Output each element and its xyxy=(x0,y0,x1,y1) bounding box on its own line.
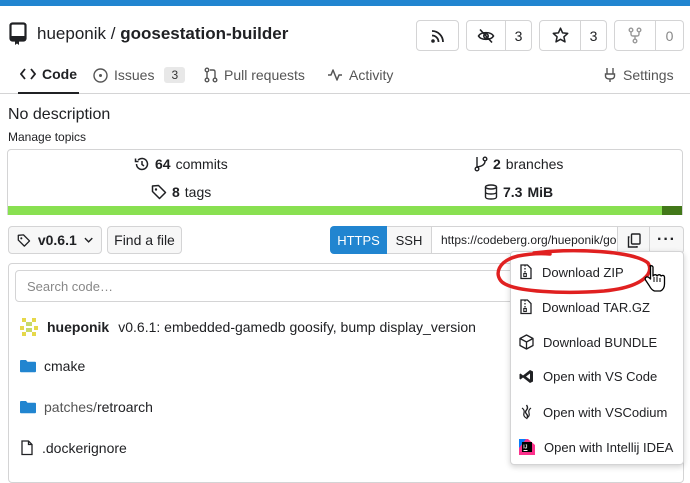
branch-selector[interactable]: v0.6.1 xyxy=(8,226,102,254)
tab-activity[interactable]: Activity xyxy=(327,56,393,94)
settings-icon xyxy=(604,68,616,82)
repo-name-link[interactable]: goosestation-builder xyxy=(120,24,288,43)
file-row[interactable]: patches/retroarch xyxy=(20,399,153,415)
history-icon xyxy=(134,157,149,171)
tab-code-label: Code xyxy=(42,66,77,82)
menu-item-download-bundle[interactable]: Download BUNDLE xyxy=(519,334,657,350)
tag-icon xyxy=(151,184,167,200)
issues-count-badge: 3 xyxy=(164,67,186,83)
tab-activity-label: Activity xyxy=(349,67,394,83)
commit-message[interactable]: v0.6.1: embedded-gamedb goosify, bump di… xyxy=(118,319,476,335)
menu-item-label: Open with VSCodium xyxy=(543,404,668,420)
tag-icon xyxy=(17,233,31,247)
menu-item-label: Download TAR.GZ xyxy=(542,299,650,315)
fork-icon xyxy=(628,27,642,44)
star-button[interactable] xyxy=(539,20,581,51)
watch-button[interactable] xyxy=(466,20,506,51)
commits-stat[interactable]: 64 commits xyxy=(134,156,228,172)
clone-url-input[interactable]: https://codeberg.org/hueponik/go xyxy=(432,226,618,254)
zip-file-icon xyxy=(520,299,532,315)
copy-icon xyxy=(627,232,641,248)
find-file-button[interactable]: Find a file xyxy=(107,226,182,254)
vscode-icon xyxy=(519,370,533,383)
pull-request-icon xyxy=(204,67,218,83)
intellij-icon: IJ xyxy=(519,439,535,455)
file-name[interactable]: .dockerignore xyxy=(42,440,127,456)
eye-slash-icon xyxy=(477,28,495,43)
chevron-down-icon xyxy=(84,237,93,243)
fork-count[interactable]: 0 xyxy=(656,20,684,51)
top-accent-bar xyxy=(0,0,690,6)
hand-cursor-icon xyxy=(644,264,666,292)
size-stat: 7.3 MiB xyxy=(484,184,553,200)
fork-button[interactable] xyxy=(614,20,656,51)
tags-count: 8 xyxy=(172,184,180,200)
tab-code[interactable]: Code xyxy=(18,56,79,94)
language-bar-secondary[interactable] xyxy=(662,206,682,215)
repo-title: hueponik / goosestation-builder xyxy=(37,24,288,44)
vscodium-icon xyxy=(521,404,532,420)
branch-icon xyxy=(474,156,488,172)
tab-issues-label: Issues xyxy=(114,67,155,83)
latest-commit: hueponik v0.6.1: embedded-gamedb goosify… xyxy=(20,318,476,336)
menu-item-download-targz[interactable]: Download TAR.GZ xyxy=(519,299,650,315)
issue-icon xyxy=(93,67,108,83)
commit-author[interactable]: hueponik xyxy=(47,319,109,335)
tags-stat[interactable]: 8 tags xyxy=(151,184,211,200)
star-count[interactable]: 3 xyxy=(581,20,607,51)
size-unit: MiB xyxy=(527,184,554,200)
https-toggle[interactable]: HTTPS xyxy=(330,226,387,254)
repo-owner-link[interactable]: hueponik xyxy=(37,24,106,43)
file-path-prefix[interactable]: patches/ xyxy=(44,399,97,415)
repo-separator: / xyxy=(110,24,116,43)
svg-text:IJ: IJ xyxy=(523,445,527,451)
menu-item-open-intellij[interactable]: IJ Open with Intellij IDEA xyxy=(519,439,673,455)
tags-label: tags xyxy=(184,184,212,200)
menu-item-open-vscodium[interactable]: Open with VSCodium xyxy=(519,404,667,420)
size-value: 7.3 xyxy=(503,184,523,200)
tab-pull-requests[interactable]: Pull requests xyxy=(204,56,305,94)
branches-stat[interactable]: 2 branches xyxy=(474,156,563,172)
package-icon xyxy=(519,334,534,350)
more-options-button[interactable]: ··· xyxy=(650,226,684,254)
file-name[interactable]: retroarch xyxy=(97,399,153,415)
menu-item-open-vscode[interactable]: Open with VS Code xyxy=(519,369,657,384)
code-icon xyxy=(20,68,36,80)
copy-url-button[interactable] xyxy=(618,226,650,254)
star-icon xyxy=(552,27,568,43)
menu-item-label: Download BUNDLE xyxy=(543,334,658,350)
menu-item-label: Open with Intellij IDEA xyxy=(544,439,674,455)
zip-file-icon xyxy=(520,264,532,280)
language-bar[interactable] xyxy=(8,206,682,215)
watch-count[interactable]: 3 xyxy=(506,20,532,51)
menu-item-label: Open with VS Code xyxy=(543,369,658,384)
file-row[interactable]: cmake xyxy=(20,358,85,374)
branch-name: v0.6.1 xyxy=(37,232,77,248)
rss-button[interactable] xyxy=(416,20,459,51)
repo-description: No description xyxy=(8,106,111,123)
database-icon xyxy=(484,184,498,200)
rss-icon xyxy=(430,29,444,43)
commits-label: commits xyxy=(175,156,228,172)
branches-count: 2 xyxy=(493,156,501,172)
folder-icon xyxy=(20,360,36,373)
file-name[interactable]: cmake xyxy=(44,358,85,374)
file-row[interactable]: .dockerignore xyxy=(20,440,127,456)
tab-pull-requests-label: Pull requests xyxy=(224,67,305,83)
repo-tabs: Code Issues 3 Pull requests Activity Set… xyxy=(0,56,690,94)
repo-icon xyxy=(9,22,27,45)
tab-issues[interactable]: Issues 3 xyxy=(93,56,186,94)
menu-item-label: Download ZIP xyxy=(542,264,624,280)
branches-label: branches xyxy=(505,156,564,172)
manage-topics-link[interactable]: Manage topics xyxy=(8,130,86,144)
file-icon xyxy=(21,440,33,456)
avatar[interactable] xyxy=(20,318,38,336)
activity-icon xyxy=(328,69,342,81)
tab-settings[interactable]: Settings xyxy=(603,56,674,94)
commits-count: 64 xyxy=(155,156,171,172)
ssh-toggle[interactable]: SSH xyxy=(387,226,432,254)
folder-icon xyxy=(20,401,36,414)
tab-settings-label: Settings xyxy=(623,67,674,83)
menu-item-download-zip[interactable]: Download ZIP xyxy=(519,264,624,280)
